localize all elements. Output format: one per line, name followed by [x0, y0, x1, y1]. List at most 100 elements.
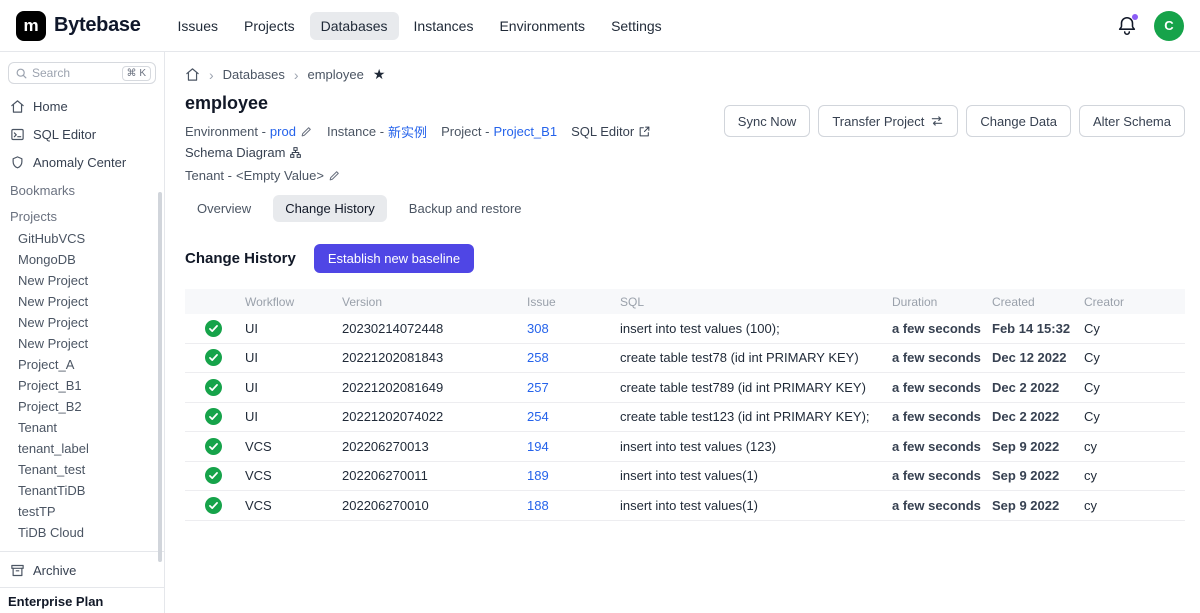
- tab-change-history[interactable]: Change History: [273, 195, 387, 222]
- tab-overview[interactable]: Overview: [185, 195, 263, 222]
- change-history-panel: Change History Establish new baseline Wo…: [165, 222, 1200, 521]
- search-input[interactable]: [32, 66, 118, 80]
- cell-creator: cy: [1080, 439, 1185, 454]
- sidebar-project-item[interactable]: GitHubVCS: [0, 228, 164, 249]
- table-row[interactable]: VCS202206270013194insert into test value…: [185, 432, 1185, 462]
- edit-pencil-icon[interactable]: [300, 125, 313, 138]
- cell-version: 202206270011: [338, 468, 523, 483]
- issue-link[interactable]: 258: [523, 350, 616, 365]
- issue-link[interactable]: 189: [523, 468, 616, 483]
- action-button-label: Transfer Project: [832, 114, 924, 129]
- action-button-label: Change Data: [980, 114, 1057, 129]
- nav-issues[interactable]: Issues: [167, 12, 229, 40]
- brand[interactable]: m Bytebase: [16, 11, 141, 41]
- sidebar-project-item[interactable]: tenant_label: [0, 438, 164, 459]
- breadcrumb-home-icon[interactable]: [185, 67, 200, 82]
- cell-sql: create table test789 (id int PRIMARY KEY…: [616, 380, 888, 395]
- sidebar-project-item[interactable]: Project_B2: [0, 396, 164, 417]
- sidebar-project-item[interactable]: New Project: [0, 333, 164, 354]
- breadcrumb-current: employee: [308, 67, 364, 82]
- sidebar-item-sql-editor[interactable]: SQL Editor: [0, 120, 164, 148]
- alter-schema-button[interactable]: Alter Schema: [1079, 105, 1185, 137]
- search-box[interactable]: ⌘ K: [8, 62, 156, 84]
- issue-link[interactable]: 254: [523, 409, 616, 424]
- cell-duration: a few seconds: [888, 321, 988, 336]
- environment-link[interactable]: prod: [270, 124, 296, 139]
- schema-diagram-shortcut[interactable]: Schema Diagram: [185, 145, 302, 160]
- sidebar-scrollbar[interactable]: [158, 192, 162, 562]
- nav-databases[interactable]: Databases: [310, 12, 399, 40]
- projects-section-label: Projects: [0, 202, 164, 228]
- nav-instances[interactable]: Instances: [403, 12, 485, 40]
- sidebar-project-item[interactable]: Project_A: [0, 354, 164, 375]
- instance-link[interactable]: 新实例: [388, 122, 427, 141]
- sidebar-project-item[interactable]: TenantTiDB: [0, 480, 164, 501]
- sql-editor-icon: [10, 127, 25, 142]
- bookmark-star-icon[interactable]: ★: [373, 66, 386, 83]
- cell-creator: cy: [1080, 468, 1185, 483]
- table-row[interactable]: VCS202206270010188insert into test value…: [185, 491, 1185, 521]
- cell-duration: a few seconds: [888, 350, 988, 365]
- edit-pencil-icon[interactable]: [328, 169, 341, 182]
- table-row[interactable]: UI20221202081843258create table test78 (…: [185, 344, 1185, 374]
- archive-section: Archive: [0, 551, 164, 584]
- avatar[interactable]: C: [1154, 11, 1184, 41]
- column-header: Duration: [888, 295, 988, 309]
- sql-editor-shortcut[interactable]: SQL Editor: [571, 124, 651, 139]
- issue-link[interactable]: 194: [523, 439, 616, 454]
- external-link-icon: [638, 125, 651, 138]
- column-header: Created: [988, 295, 1080, 309]
- sidebar-project-item[interactable]: New Project: [0, 291, 164, 312]
- tab-backup-and-restore[interactable]: Backup and restore: [397, 195, 534, 222]
- cell-created: Feb 14 15:32: [988, 321, 1080, 336]
- sync-now-button[interactable]: Sync Now: [724, 105, 811, 137]
- notification-bell-icon[interactable]: [1116, 15, 1138, 37]
- table-row[interactable]: UI20221202074022254create table test123 …: [185, 403, 1185, 433]
- breadcrumb: › Databases › employee ★: [165, 52, 1200, 89]
- cell-workflow: VCS: [241, 468, 338, 483]
- table-row[interactable]: VCS202206270011189insert into test value…: [185, 462, 1185, 492]
- home-icon: [10, 99, 25, 114]
- cell-creator: cy: [1080, 498, 1185, 513]
- change-data-button[interactable]: Change Data: [966, 105, 1071, 137]
- sidebar-project-item[interactable]: New Project: [0, 312, 164, 333]
- sidebar-project-item[interactable]: testTP: [0, 501, 164, 522]
- breadcrumb-databases[interactable]: Databases: [223, 67, 285, 82]
- cell-sql: create table test78 (id int PRIMARY KEY): [616, 350, 888, 365]
- page-title: employee: [185, 93, 724, 114]
- nav-projects[interactable]: Projects: [233, 12, 306, 40]
- cell-created: Sep 9 2022: [988, 439, 1080, 454]
- sidebar-project-item[interactable]: MongoDB: [0, 249, 164, 270]
- chevron-right-icon: ›: [209, 68, 214, 82]
- sidebar-project-item[interactable]: Tenant_test: [0, 459, 164, 480]
- archive-icon: [10, 563, 25, 578]
- sidebar-project-item[interactable]: TiDB Cloud: [0, 522, 164, 543]
- establish-baseline-button[interactable]: Establish new baseline: [314, 244, 474, 273]
- issue-link[interactable]: 188: [523, 498, 616, 513]
- success-icon: [185, 408, 241, 425]
- cell-created: Dec 2 2022: [988, 380, 1080, 395]
- table-row[interactable]: UI20221202081649257create table test789 …: [185, 373, 1185, 403]
- nav-settings[interactable]: Settings: [600, 12, 673, 40]
- tenant-value: <Empty Value>: [236, 168, 324, 183]
- schema-diagram-label: Schema Diagram: [185, 145, 285, 160]
- sidebar-project-item[interactable]: Tenant: [0, 417, 164, 438]
- cell-sql: insert into test values(1): [616, 468, 888, 483]
- success-icon: [185, 497, 241, 514]
- top-navbar: m Bytebase IssuesProjectsDatabasesInstan…: [0, 0, 1200, 52]
- nav-environments[interactable]: Environments: [488, 12, 596, 40]
- transfer-project-button[interactable]: Transfer Project: [818, 105, 958, 137]
- issue-link[interactable]: 308: [523, 321, 616, 336]
- sidebar-item-anomaly-center[interactable]: Anomaly Center: [0, 148, 164, 176]
- table-row[interactable]: UI20230214072448308insert into test valu…: [185, 314, 1185, 344]
- sidebar-project-item[interactable]: Project_B1: [0, 375, 164, 396]
- success-icon: [185, 379, 241, 396]
- sidebar-item-home[interactable]: Home: [0, 92, 164, 120]
- sidebar-item-archive[interactable]: Archive: [0, 556, 164, 584]
- issue-link[interactable]: 257: [523, 380, 616, 395]
- search-shortcut: ⌘ K: [122, 66, 151, 81]
- cell-workflow: UI: [241, 321, 338, 336]
- plan-label[interactable]: Enterprise Plan: [0, 587, 164, 613]
- sidebar-project-item[interactable]: New Project: [0, 270, 164, 291]
- project-link[interactable]: Project_B1: [493, 124, 557, 139]
